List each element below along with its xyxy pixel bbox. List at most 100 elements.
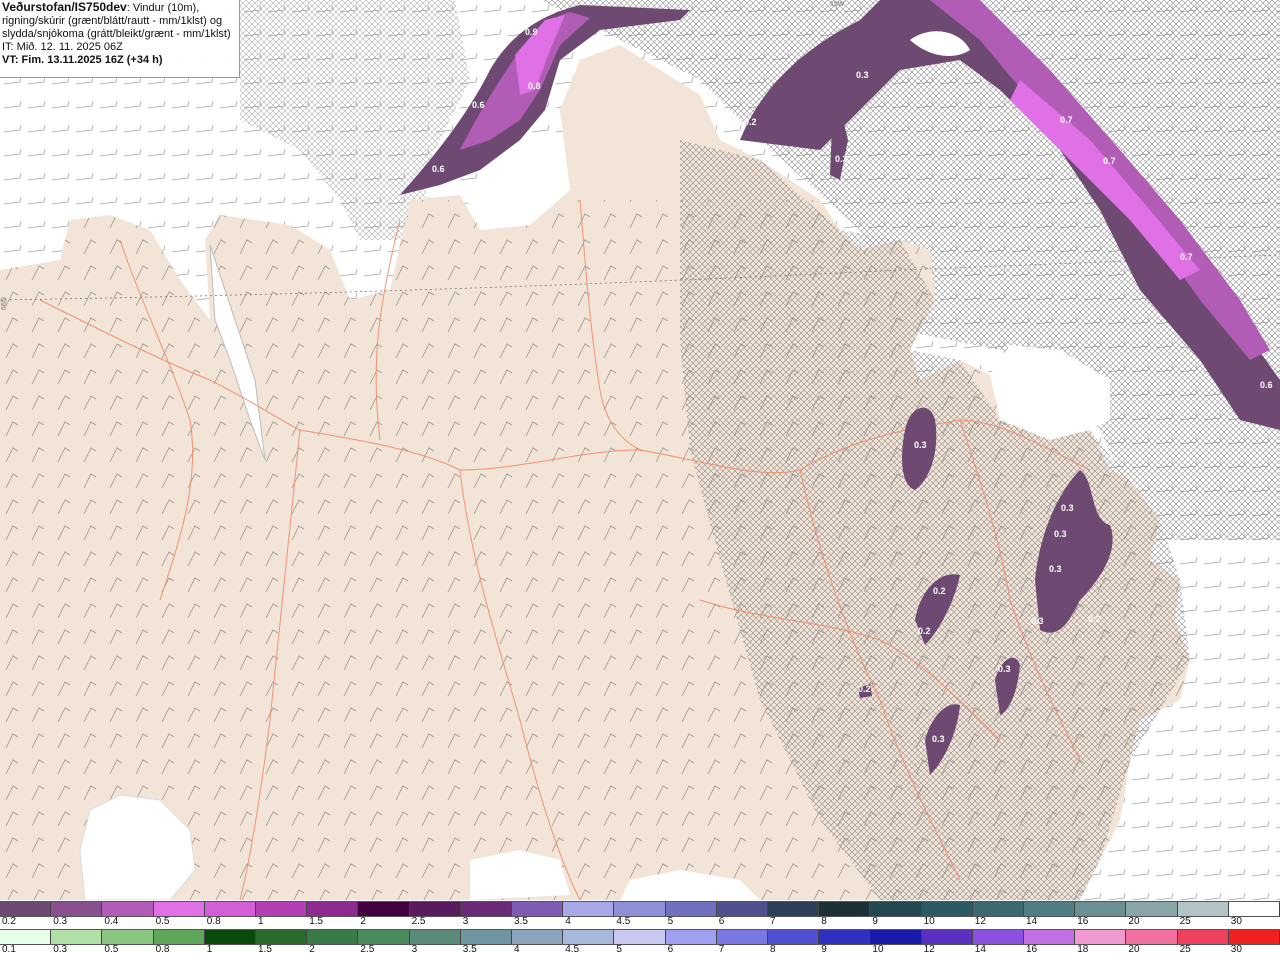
snow-scale-label: 14: [1026, 916, 1038, 927]
snow-scale-label: 3.5: [514, 916, 528, 927]
rain-scale-label: 6: [667, 944, 674, 955]
map-title: Veðurstofan/IS750dev: [2, 0, 127, 14]
rain-scale-label: 5: [616, 944, 622, 955]
rain-scale-label: 2: [309, 944, 315, 955]
snow-scale-label: 2.5: [411, 916, 426, 927]
snow-scale-swatch: [512, 902, 564, 916]
snow-scale-label: 0.2: [2, 916, 16, 927]
rain-scale-label: 1.5: [258, 944, 272, 955]
snow-scale-swatch: [1228, 902, 1280, 916]
rain-scale-swatch: [921, 930, 973, 944]
value-label: 0.2: [858, 684, 871, 694]
rain-scale-label: 20: [1128, 944, 1140, 955]
snow-scale-swatch: [1126, 902, 1178, 916]
rain-scale-swatch: [0, 930, 52, 944]
snow-scale-label: 6: [718, 916, 725, 927]
value-label: 0.7: [1060, 115, 1073, 125]
value-label: 0.9: [525, 27, 538, 37]
value-label: 0.7: [1103, 156, 1116, 166]
rain-scale-swatch: [716, 930, 769, 944]
snow-scale-label: 8: [821, 916, 827, 927]
snow-scale-label: 20: [1128, 916, 1140, 927]
map-desc-3: slydda/snjókoma (grátt/bleikt/grænt - mm…: [2, 28, 231, 40]
rain-scale-label: 0.1: [2, 944, 16, 955]
value-label: 0.2: [1088, 614, 1101, 624]
snow-scale-label: 0.8: [206, 916, 221, 927]
snow-scale-label: 30: [1230, 916, 1242, 927]
snow-scale-label: 2: [360, 916, 366, 927]
snow-scale-swatch: [921, 902, 973, 916]
snow-scale-swatch: [563, 902, 615, 916]
rain-scale-label: 9: [821, 944, 827, 955]
snow-scale-label: 1.5: [309, 916, 324, 927]
map-desc-1: : Vindur (10m),: [126, 2, 200, 14]
rain-scale-label: 14: [974, 944, 986, 955]
value-label: 0.3: [998, 664, 1011, 674]
value-label: 0.6: [472, 100, 485, 110]
rain-scale-label: 0.8: [155, 944, 170, 955]
snow-scale-swatch: [409, 902, 461, 916]
snow-scale-swatch: [358, 902, 410, 916]
value-label: 0.2: [918, 626, 931, 636]
snow-scale-swatch: [768, 902, 820, 916]
snow-scale-swatch: [307, 902, 359, 916]
rain-scale-swatch: [102, 930, 154, 944]
weather-map: 66N 15W 0.9 0.8 0.6 0.6 0.3 0.2 0.7 0.7 …: [0, 0, 1280, 900]
value-label: 0.2: [744, 117, 757, 127]
rain-scale-swatch: [870, 930, 922, 944]
snow-scale-label: 9: [872, 916, 878, 927]
value-label: 0.3: [856, 70, 869, 80]
snow-scale-label: 4.5: [616, 916, 631, 927]
snow-scale-swatch: [0, 902, 52, 916]
value-label: 0.7: [1180, 252, 1193, 262]
value-label: 0.3: [1049, 564, 1062, 574]
snow-scale-label: 0.3: [53, 916, 68, 927]
rain-scale-swatch: [51, 930, 103, 944]
rain-scale-swatch: [358, 930, 410, 944]
rain-scale-swatch: [563, 930, 615, 944]
value-label: 0.3: [1031, 616, 1044, 626]
rain-scale-swatch: [256, 930, 308, 944]
snow-scale-swatch: [1024, 902, 1076, 916]
valid-time: VT: Fim. 13.11.2025 16Z (+34 h): [2, 54, 163, 66]
snow-scale-swatch: [870, 902, 922, 916]
snow-scale-swatch: [1177, 902, 1229, 916]
rain-scale-label: 0.3: [53, 944, 68, 955]
value-label: 0.6: [1260, 380, 1273, 390]
rain-scale-swatch: [972, 930, 1025, 944]
rain-scale-swatch: [1228, 930, 1280, 944]
snow-scale-label: 3: [462, 916, 469, 927]
snow-scale-swatch: [51, 902, 103, 916]
value-label: 0.3: [1054, 529, 1067, 539]
lat-label: 66N: [1, 297, 8, 310]
rain-scale-swatch: [153, 930, 205, 944]
init-time: IT: Mið. 12. 11. 2025 06Z: [2, 41, 123, 53]
rain-scale-swatch: [460, 930, 513, 944]
snow-scale-swatch: [102, 902, 154, 916]
rain-scale-swatch: [307, 930, 359, 944]
map-info-box: Veðurstofan/IS750dev: Vindur (10m), rign…: [0, 0, 240, 78]
value-label: 0.3: [914, 440, 927, 450]
value-label: 0.2: [933, 586, 946, 596]
rain-scale-label: 4: [514, 944, 520, 955]
snow-scale-label: 10: [923, 916, 935, 927]
snow-scale-swatch: [614, 902, 666, 916]
map-desc-2: rigning/skúrir (grænt/blátt/rautt - mm/1…: [2, 15, 223, 27]
snow-scale-swatch: [665, 902, 717, 916]
rain-scale-swatch: [204, 930, 257, 944]
rain-scale-label: 25: [1179, 944, 1191, 955]
snow-scale-swatch: [256, 902, 308, 916]
snow-scale-label: 7: [770, 916, 776, 927]
snow-scale-swatch: [819, 902, 871, 916]
rain-scale-label: 4.5: [565, 944, 580, 955]
snow-scale-label: 1: [258, 916, 264, 927]
snow-scale-label: 16: [1077, 916, 1089, 927]
rain-scale-label: 18: [1077, 944, 1089, 955]
rain-scale-swatch: [1177, 930, 1229, 944]
rain-scale-swatch: [512, 930, 564, 944]
snow-scale-swatch: [460, 902, 513, 916]
rain-scale-label: 3: [411, 944, 418, 955]
rain-scale-swatch: [409, 930, 461, 944]
snow-scale-label: 12: [974, 916, 986, 927]
value-label: 0.3: [932, 734, 945, 744]
